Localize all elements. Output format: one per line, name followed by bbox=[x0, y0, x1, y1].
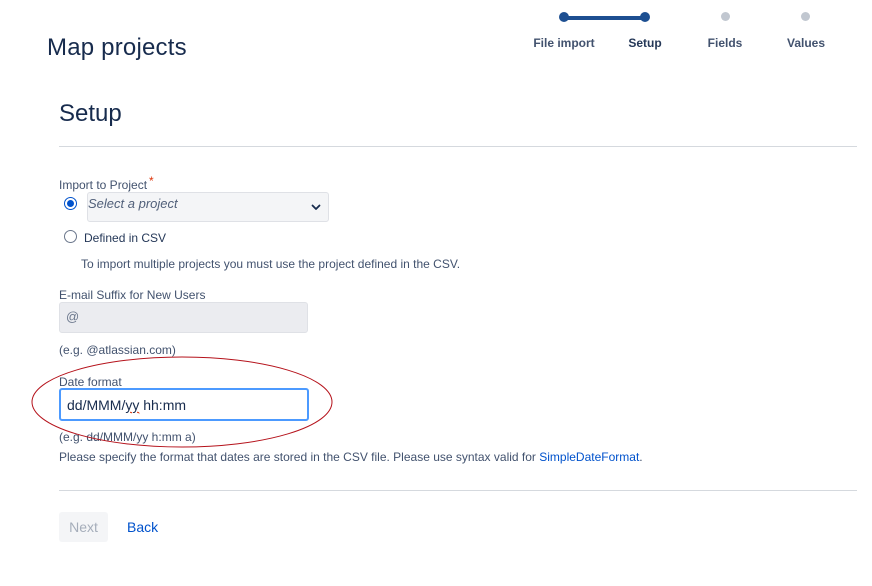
date-format-input[interactable]: dd/MMM/yy hh:mm bbox=[59, 388, 309, 421]
step-label-file-import: File import bbox=[533, 36, 595, 50]
radio-defined-in-csv[interactable] bbox=[64, 230, 77, 243]
date-format-help: Please specify the format that dates are… bbox=[59, 450, 643, 464]
step-dot-fields bbox=[721, 12, 730, 21]
required-mark: * bbox=[149, 174, 154, 188]
project-select[interactable]: Select a project bbox=[87, 192, 329, 222]
date-format-help-suffix: . bbox=[639, 450, 643, 464]
step-dot-values bbox=[801, 12, 810, 21]
date-format-label: Date format bbox=[59, 375, 122, 389]
progress-line bbox=[564, 16, 645, 20]
date-format-value-part3: hh:mm bbox=[139, 397, 187, 413]
bottom-divider bbox=[59, 490, 857, 491]
chevron-down-icon bbox=[311, 204, 321, 210]
import-project-help: To import multiple projects you must use… bbox=[81, 257, 461, 271]
step-label-fields: Fields bbox=[707, 36, 743, 50]
project-select-placeholder: Select a project bbox=[88, 196, 178, 211]
step-dot-file-import bbox=[559, 12, 569, 22]
step-label-values: Values bbox=[786, 36, 826, 50]
date-format-value-misspelled: yy bbox=[125, 397, 140, 413]
next-button[interactable]: Next bbox=[59, 512, 108, 542]
date-format-help-text: Please specify the format that dates are… bbox=[59, 450, 540, 464]
import-project-label: Import to Project * bbox=[59, 174, 154, 192]
date-format-example: (e.g. dd/MMM/yy h:mm a) bbox=[59, 430, 196, 444]
date-format-value-part1: dd/MMM/ bbox=[67, 397, 126, 413]
simple-date-format-link[interactable]: SimpleDateFormat bbox=[539, 450, 639, 464]
section-title: Setup bbox=[59, 100, 122, 127]
back-button[interactable]: Back bbox=[127, 512, 158, 542]
email-suffix-input[interactable]: @ bbox=[59, 302, 308, 333]
defined-in-csv-label[interactable]: Defined in CSV bbox=[84, 231, 166, 245]
step-label-setup: Setup bbox=[628, 36, 662, 50]
email-suffix-label: E-mail Suffix for New Users bbox=[59, 288, 206, 302]
top-divider bbox=[59, 146, 857, 147]
import-project-label-text: Import to Project bbox=[59, 178, 148, 192]
progress-tracker: File import Setup Fields Values bbox=[0, 0, 872, 80]
radio-select-project[interactable] bbox=[64, 197, 77, 210]
email-suffix-example: (e.g. @atlassian.com) bbox=[59, 343, 176, 357]
step-dot-setup bbox=[640, 12, 650, 22]
